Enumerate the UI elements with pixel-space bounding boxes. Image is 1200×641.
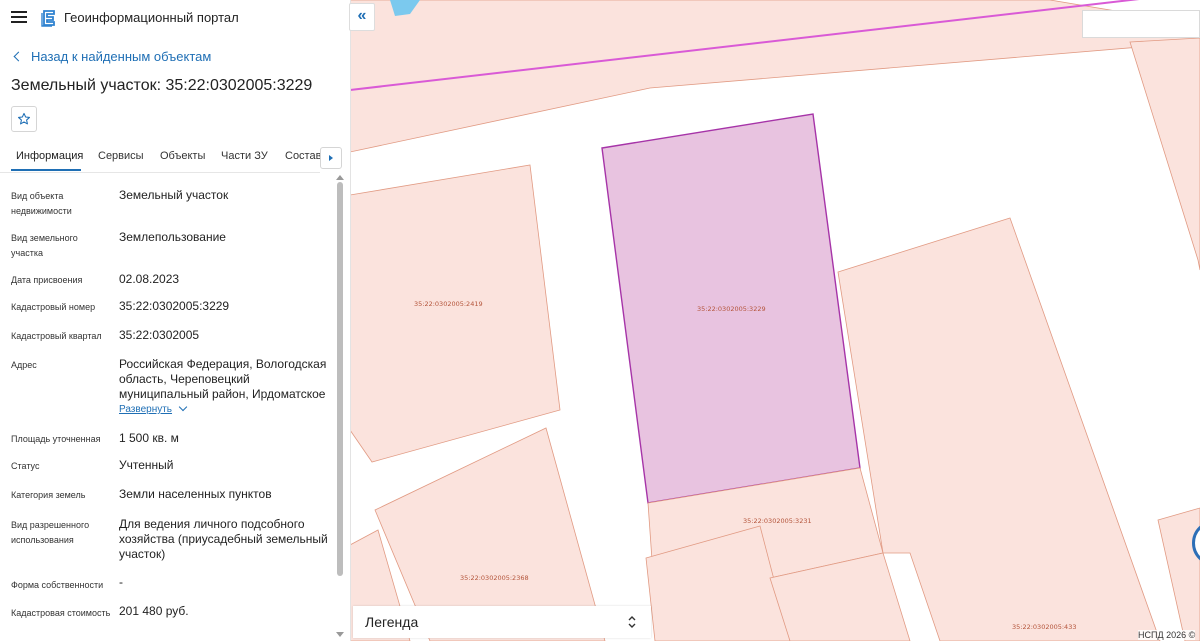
tabs-scroll-right-button[interactable] (320, 147, 342, 169)
expand-address-link[interactable]: Развернуть (119, 402, 188, 415)
map-copyright: НСПД 2026 © (1138, 630, 1196, 640)
info-label: Форма собственности (11, 580, 104, 590)
info-value: 35:22:0302005 (119, 328, 200, 342)
expand-label: Развернуть (119, 404, 173, 415)
favorite-button[interactable] (11, 106, 37, 132)
info-label: Вид объекта недвижимости (11, 191, 72, 216)
info-label: Адрес (11, 360, 37, 370)
info-label: Дата присвоения (11, 275, 83, 285)
parcel-label-2368: 35:22:0302005:2368 (460, 574, 529, 582)
info-label: Вид разрешенного использования (11, 520, 90, 545)
page-title: Земельный участок: 35:22:0302005:3229 (11, 77, 313, 94)
back-link-label: Назад к найденным объектам (31, 49, 212, 64)
info-value: - (119, 575, 123, 589)
info-label: Кадастровый квартал (11, 331, 102, 341)
map-view[interactable]: 35:22:0302005:2419 35:22:0302005:3229 35… (350, 0, 1200, 641)
star-icon (17, 112, 31, 125)
info-value: Земли населенных пунктов (119, 487, 272, 501)
scroll-down-arrow[interactable] (336, 632, 344, 637)
scroll-up-arrow[interactable] (336, 175, 344, 180)
tab-information[interactable]: Информация (16, 150, 83, 162)
info-panel: Геоинформационный портал Назад к найденн… (0, 0, 351, 641)
parcel-label-2419: 35:22:0302005:2419 (414, 300, 483, 308)
tab-land-parts[interactable]: Части ЗУ (221, 150, 268, 162)
collapse-panel-button[interactable]: « (349, 3, 375, 31)
info-value: 1 500 кв. м (119, 431, 179, 445)
info-list: Вид объекта недвижимости Земельный участ… (0, 180, 335, 641)
info-label: Статус (11, 461, 40, 471)
top-bar: Геоинформационный портал (0, 0, 350, 36)
legend-label: Легенда (365, 614, 419, 630)
menu-icon[interactable] (11, 10, 27, 24)
info-value: Для ведения личного подсобного хозяйства… (119, 517, 328, 561)
tab-services[interactable]: Сервисы (98, 150, 144, 162)
info-label: Кадастровый номер (11, 302, 96, 312)
info-value: Учтенный (119, 458, 174, 472)
info-value: Российская Федерация, Вологодская област… (119, 357, 327, 401)
chevron-left-icon (13, 51, 24, 62)
parcel-2419[interactable] (350, 164, 561, 463)
portal-logo-icon (41, 10, 55, 27)
info-value: Земельный участок (119, 188, 229, 202)
tab-composition[interactable]: Состав (285, 150, 321, 162)
parcel-label-3231: 35:22:0302005:3231 (743, 517, 812, 525)
panel-scrollbar-thumb[interactable] (337, 182, 343, 576)
legend-toggle[interactable]: Легенда (353, 606, 651, 638)
parcel-label-3229: 35:22:0302005:3229 (697, 305, 766, 313)
tab-bar: Информация Сервисы Объекты Части ЗУ Сост… (0, 146, 321, 173)
map-search-box[interactable] (1082, 10, 1200, 38)
info-value: 02.08.2023 (119, 272, 180, 286)
info-label: Площадь уточненная (11, 434, 101, 444)
back-to-results-link[interactable]: Назад к найденным объектам (12, 49, 211, 64)
active-tab-indicator (11, 169, 81, 171)
parcel-right-top[interactable] (1129, 37, 1200, 271)
info-label: Кадастровая стоимость (11, 608, 111, 618)
info-label: Категория земель (11, 490, 86, 500)
parcel-label-433: 35:22:0302005:433 (1012, 623, 1076, 631)
info-label: Вид земельного участка (11, 233, 78, 258)
info-value: 35:22:0302005:3229 (119, 299, 230, 313)
app-title: Геоинформационный портал (64, 10, 239, 25)
info-value: 201 480 руб. (119, 604, 189, 618)
parcel-bottom-right[interactable] (1157, 507, 1200, 641)
tab-objects[interactable]: Объекты (160, 150, 205, 162)
map-canvas[interactable]: 35:22:0302005:2419 35:22:0302005:3229 35… (350, 0, 1200, 641)
chevron-up-down-icon (628, 616, 636, 628)
info-value: Землепользование (119, 230, 226, 244)
chevron-down-icon (178, 402, 188, 412)
